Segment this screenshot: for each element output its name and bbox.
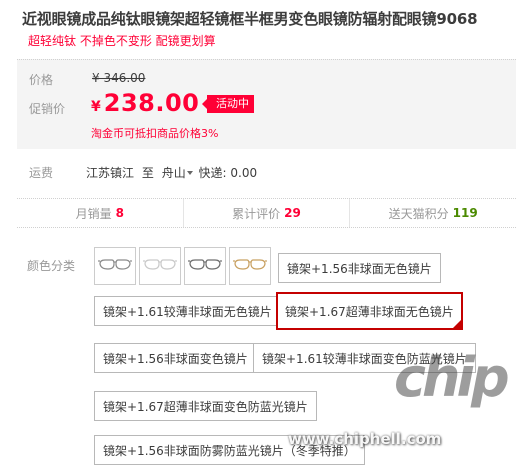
swatch-frame-gunmetal[interactable] xyxy=(184,247,226,285)
color-category-label: 颜色分类 xyxy=(27,259,76,273)
stat-label: 累计评价 xyxy=(232,206,281,221)
glasses-icon xyxy=(188,259,222,270)
price-panel: 价格 ¥ 346.00 促销价 ¥238.00 活动中 淘金币可抵扣商品价格3% xyxy=(17,59,516,149)
option-1-56-photochromic[interactable]: 镜架+1.56非球面变色镜片 xyxy=(94,343,257,373)
promo-price-value: 238.00 xyxy=(103,89,200,117)
currency-symbol: ¥ xyxy=(91,99,101,115)
product-subtitle: 超轻纯钛 不掉色不变形 配镜更划算 xyxy=(28,34,216,48)
stat-value: 119 xyxy=(452,206,478,220)
shipping-info: 江苏镇江 至 舟山 快递: 0.00 xyxy=(86,164,257,181)
glasses-icon xyxy=(233,259,267,270)
tmall-coin-note[interactable]: 淘金币可抵扣商品价格3% xyxy=(91,125,218,141)
stat-value: 29 xyxy=(284,206,301,220)
option-1-61-photochromic-bluelight[interactable]: 镜架+1.61较薄非球面变色防蓝光镜片 xyxy=(253,343,476,373)
option-1-56-antifog-bluelight[interactable]: 镜架+1.56非球面防雾防蓝光镜片（冬季特推） xyxy=(94,435,365,465)
stat-value: 8 xyxy=(115,206,125,220)
original-price: ¥ 346.00 xyxy=(92,71,146,85)
stat-monthly-sales: 月销量 8 xyxy=(17,199,184,227)
option-1-67-photochromic-bluelight[interactable]: 镜架+1.67超薄非球面变色防蓝光镜片 xyxy=(94,391,317,421)
express-fee: 快递: 0.00 xyxy=(198,166,258,180)
ship-to-selector[interactable]: 舟山 xyxy=(162,166,195,180)
swatch-frame-silver[interactable] xyxy=(139,247,181,285)
stat-reviews[interactable]: 累计评价 29 xyxy=(184,199,351,227)
stat-tmall-points: 送天猫积分 119 xyxy=(350,199,516,227)
glasses-icon xyxy=(143,259,177,270)
stat-label: 送天猫积分 xyxy=(388,206,449,221)
chevron-down-icon xyxy=(186,171,193,175)
activity-badge: 活动中 xyxy=(202,95,254,113)
ship-from: 江苏镇江 xyxy=(86,166,135,180)
option-1-61-clear[interactable]: 镜架+1.61较薄非球面无色镜片 xyxy=(94,296,281,326)
swatch-frame-gold[interactable] xyxy=(229,247,271,285)
ship-to-city[interactable]: 舟山 xyxy=(162,166,186,180)
stat-label: 月销量 xyxy=(75,206,112,221)
promo-price-label: 促销价 xyxy=(29,102,66,116)
product-title: 近视眼镜成品纯钛眼镜架超轻镜框半框男变色眼镜防辐射配眼镜9068 xyxy=(22,10,478,28)
stats-bar: 月销量 8 累计评价 29 送天猫积分 119 xyxy=(17,198,516,228)
option-1-67-clear[interactable]: 镜架+1.67超薄非球面无色镜片 xyxy=(276,292,463,330)
ship-to-word: 至 xyxy=(141,166,154,180)
option-1-56-clear[interactable]: 镜架+1.56非球面无色镜片 xyxy=(278,253,441,283)
glasses-icon xyxy=(98,259,132,270)
original-price-label: 价格 xyxy=(29,73,54,87)
shipping-label: 运费 xyxy=(29,166,54,180)
shipping-row: 运费 江苏镇江 至 舟山 快递: 0.00 xyxy=(17,160,516,184)
swatch-frame-gray[interactable] xyxy=(94,247,136,285)
promo-price: ¥238.00 xyxy=(91,89,199,117)
